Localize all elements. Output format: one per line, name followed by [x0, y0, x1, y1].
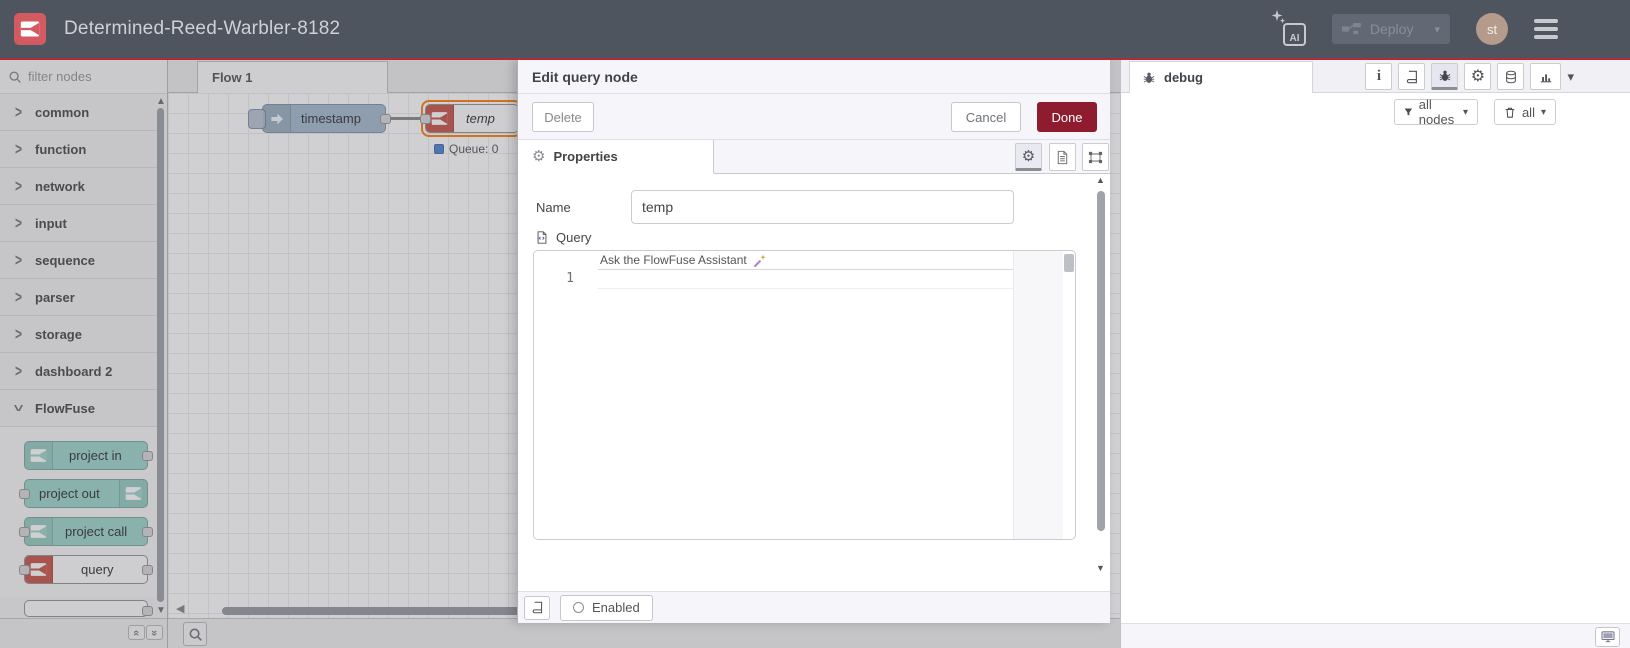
- appearance-icon: [1088, 151, 1103, 163]
- book-icon: [1406, 70, 1417, 83]
- enabled-state-icon: [573, 602, 584, 613]
- clear-messages-button[interactable]: all ▾: [1494, 99, 1556, 125]
- sidebar-options-caret[interactable]: ▾: [1567, 63, 1574, 90]
- deploy-caret-icon[interactable]: ▾: [1434, 23, 1440, 36]
- caret-down-icon: ▾: [1462, 106, 1468, 118]
- document-icon: [1057, 150, 1068, 164]
- bar-chart-icon: [1540, 73, 1552, 82]
- dialog-scrollbar[interactable]: ▲ ▼: [1096, 175, 1106, 573]
- node-red-app: Determined-Reed-Warbler-8182 AI Deploy ▾…: [0, 0, 1630, 648]
- user-avatar[interactable]: st: [1476, 13, 1508, 45]
- dialog-tabs: ⚙ Properties ⚙: [518, 140, 1110, 174]
- gear-icon: ⚙: [1470, 67, 1486, 85]
- filter-nodes-button[interactable]: all nodes ▾: [1394, 97, 1478, 127]
- dialog-body: Name Query 1 Ask the FlowFuse Assistant …: [518, 174, 1110, 591]
- header-accent-line: [0, 58, 1630, 60]
- help-tab-button[interactable]: [1398, 63, 1426, 90]
- scroll-down-icon[interactable]: ▼: [1096, 563, 1105, 573]
- open-in-window-button[interactable]: [1595, 627, 1620, 647]
- editor-gutter: 1: [534, 251, 598, 539]
- tab-properties-icon-button[interactable]: ⚙: [1015, 143, 1042, 171]
- config-nodes-tab-button[interactable]: ⚙: [1464, 63, 1492, 90]
- cancel-button[interactable]: Cancel: [951, 102, 1021, 132]
- gear-icon: ⚙: [532, 148, 546, 165]
- tab-debug[interactable]: debug: [1129, 61, 1313, 94]
- main-menu-button[interactable]: [1534, 19, 1558, 39]
- deploy-label: Deploy: [1369, 21, 1414, 37]
- context-tab-button[interactable]: [1497, 63, 1525, 90]
- info-icon: i: [1376, 68, 1382, 84]
- enabled-toggle-button[interactable]: Enabled: [560, 594, 653, 621]
- info-tab-button[interactable]: i: [1365, 63, 1393, 90]
- right-sidebar: debug i ⚙ ▾ all nodes ▾ all ▾: [1120, 60, 1630, 648]
- flowfuse-logo-icon: [14, 13, 46, 45]
- dashboard-tab-button[interactable]: [1530, 63, 1562, 90]
- deploy-button[interactable]: Deploy ▾: [1332, 14, 1450, 44]
- dialog-header: Edit query node: [518, 60, 1110, 94]
- magic-wand-icon: [753, 254, 766, 267]
- line-number: 1: [566, 271, 574, 286]
- tab-appearance-button[interactable]: [1082, 143, 1109, 171]
- app-header: Determined-Reed-Warbler-8182 AI Deploy ▾…: [0, 0, 1630, 58]
- name-label: Name: [536, 200, 571, 215]
- node-help-button[interactable]: [524, 595, 550, 620]
- done-button[interactable]: Done: [1037, 102, 1097, 132]
- scroll-up-icon[interactable]: ▲: [1096, 175, 1105, 185]
- monitor-icon: [1601, 631, 1614, 643]
- funnel-icon: [1404, 108, 1413, 116]
- ai-assistant-button[interactable]: AI: [1271, 10, 1306, 46]
- bug-icon: [1143, 72, 1155, 83]
- code-file-icon: [537, 231, 547, 244]
- gear-icon: ⚙: [1021, 147, 1036, 165]
- book-icon: [532, 601, 542, 614]
- dialog-scrollbar-thumb[interactable]: [1097, 191, 1105, 531]
- query-code-editor[interactable]: 1 Ask the FlowFuse Assistant: [533, 250, 1076, 540]
- editor-scrollbar-thumb[interactable]: [1064, 254, 1074, 272]
- editor-line-1[interactable]: [598, 270, 1013, 289]
- database-icon: [1506, 70, 1516, 83]
- editor-minimap: [1013, 251, 1063, 539]
- debug-tab-button[interactable]: [1431, 63, 1459, 90]
- tab-description-button[interactable]: [1049, 143, 1076, 171]
- tab-properties[interactable]: ⚙ Properties: [518, 140, 714, 174]
- sidebar-tab-bar: debug i ⚙ ▾: [1121, 60, 1630, 94]
- assistant-banner[interactable]: Ask the FlowFuse Assistant: [598, 251, 1013, 270]
- dialog-footer: Enabled: [518, 591, 1110, 623]
- edit-node-dialog: Edit query node Delete Cancel Done ⚙ Pro…: [517, 60, 1110, 623]
- dialog-toolbar: Delete Cancel Done: [518, 94, 1110, 140]
- deploy-nodes-icon: [1342, 22, 1361, 35]
- debug-filter-row: all nodes ▾ all ▾: [1121, 93, 1630, 131]
- trash-icon: [1505, 107, 1515, 118]
- bug-icon: [1439, 70, 1451, 81]
- instance-title: Determined-Reed-Warbler-8182: [64, 18, 341, 39]
- query-label: Query: [556, 230, 592, 245]
- delete-button[interactable]: Delete: [532, 102, 594, 132]
- sidebar-footer: [1121, 623, 1630, 648]
- debug-message-list[interactable]: [1121, 131, 1630, 623]
- dialog-title: Edit query node: [532, 68, 638, 85]
- name-input[interactable]: [631, 190, 1014, 224]
- caret-down-icon: ▾: [1540, 106, 1546, 118]
- ai-label: AI: [1283, 23, 1306, 46]
